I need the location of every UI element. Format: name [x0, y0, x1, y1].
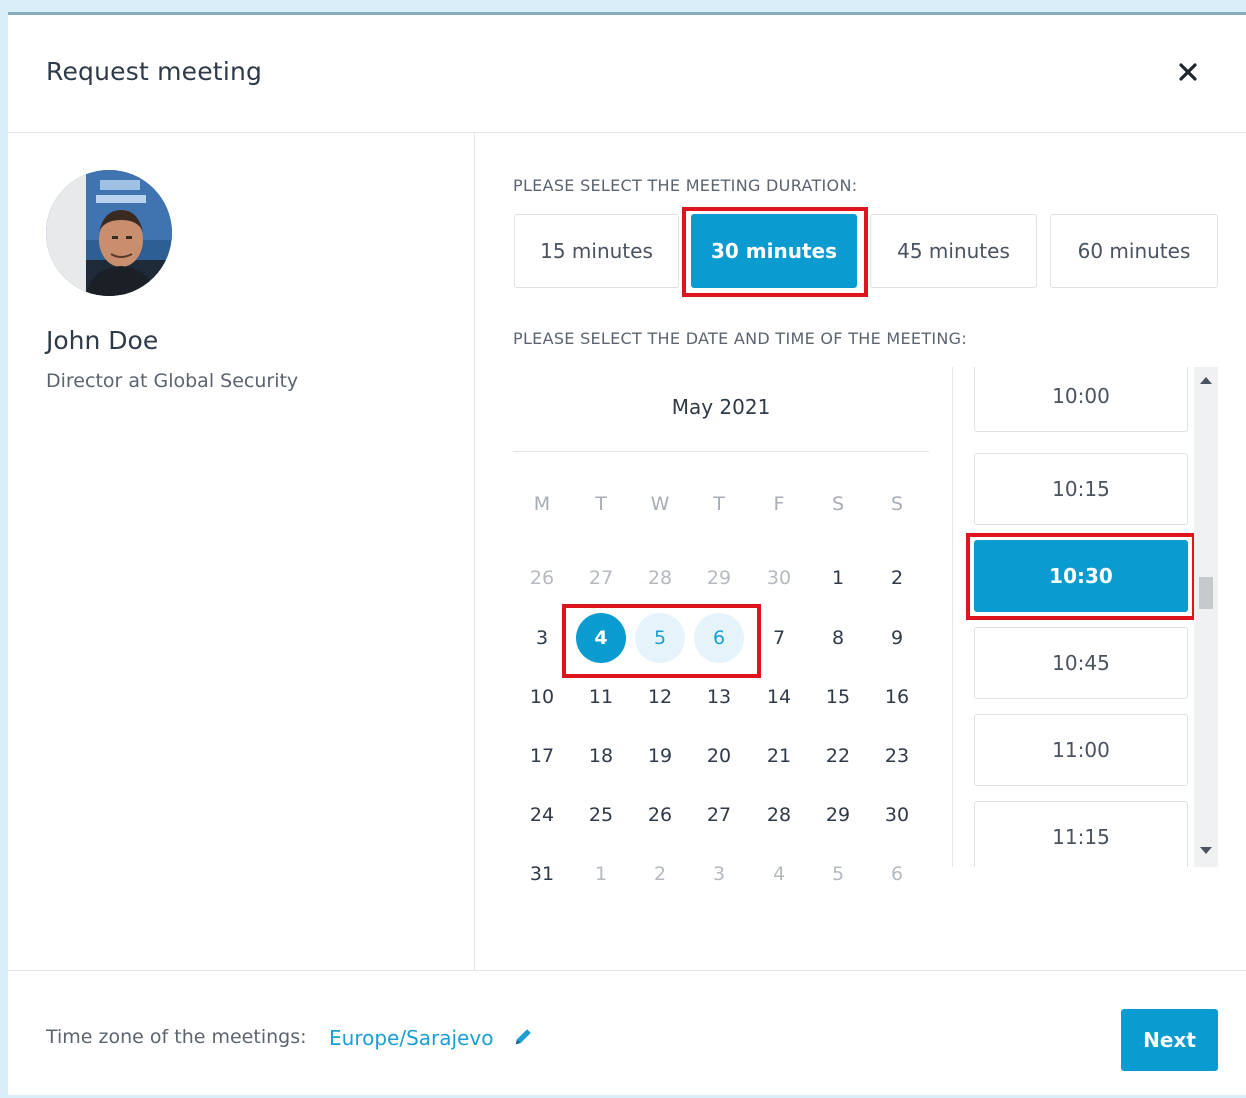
person-panel: John Doe Director at Global Security: [8, 133, 475, 970]
calendar-day[interactable]: 13: [694, 672, 744, 722]
weekday-header: S: [831, 493, 845, 515]
duration-45-button[interactable]: 45 minutes: [870, 214, 1037, 288]
calendar-day: 2: [653, 863, 667, 885]
time-slot-1100[interactable]: 11:00: [974, 714, 1188, 786]
calendar-day: 1: [594, 863, 608, 885]
calendar-day[interactable]: 27: [694, 790, 744, 840]
time-slot-1000[interactable]: 10:00: [974, 367, 1188, 432]
calendar-day[interactable]: 10: [517, 672, 567, 722]
calendar-divider: [513, 451, 929, 452]
time-slot-1030[interactable]: 10:30: [974, 540, 1188, 612]
calendar-day[interactable]: 22: [813, 731, 863, 781]
calendar-day[interactable]: 8: [813, 613, 863, 663]
duration-15-button[interactable]: 15 minutes: [514, 214, 679, 288]
calendar-day[interactable]: 17: [517, 731, 567, 781]
duration-60-button[interactable]: 60 minutes: [1050, 214, 1218, 288]
calendar-month: May 2021: [671, 395, 771, 419]
time-slot-list: 10:00 10:15 10:30 10:45 11:00 11:15: [952, 367, 1218, 867]
calendar-day: 26: [529, 567, 555, 589]
person-name: John Doe: [46, 326, 159, 355]
calendar-day[interactable]: 16: [872, 672, 922, 722]
calendar-day[interactable]: 5: [635, 613, 685, 663]
dialog-header: Request meeting: [8, 15, 1246, 133]
time-slot-1115[interactable]: 11:15: [974, 801, 1188, 867]
calendar-day[interactable]: 21: [754, 731, 804, 781]
calendar-day: 5: [831, 863, 845, 885]
avatar-photo: [46, 170, 172, 296]
calendar-day[interactable]: 9: [872, 613, 922, 663]
calendar-day: 6: [890, 863, 904, 885]
calendar-day[interactable]: 18: [576, 731, 626, 781]
calendar-day[interactable]: 7: [754, 613, 804, 663]
calendar-day[interactable]: 30: [872, 790, 922, 840]
calendar-day[interactable]: 29: [813, 790, 863, 840]
calendar-day[interactable]: 3: [517, 613, 567, 663]
calendar-day: 3: [712, 863, 726, 885]
time-slot-1015[interactable]: 10:15: [974, 453, 1188, 525]
calendar-day[interactable]: 20: [694, 731, 744, 781]
calendar-day: 4: [772, 863, 786, 885]
person-title: Director at Global Security: [46, 370, 299, 392]
calendar-day: 29: [706, 567, 732, 589]
weekday-header: S: [890, 493, 904, 515]
calendar-day[interactable]: 11: [576, 672, 626, 722]
timezone-label: Time zone of the meetings:: [46, 1026, 307, 1048]
calendar-day[interactable]: 26: [635, 790, 685, 840]
calendar-day[interactable]: 25: [576, 790, 626, 840]
calendar-day[interactable]: 6: [694, 613, 744, 663]
calendar-day[interactable]: 19: [635, 731, 685, 781]
time-slot-scrollbar[interactable]: [1194, 367, 1218, 867]
dialog-title: Request meeting: [46, 57, 263, 86]
weekday-header: T: [595, 493, 607, 515]
weekday-header: W: [650, 493, 670, 515]
request-meeting-dialog: Request meeting John Doe Director at Glo…: [8, 12, 1246, 1095]
calendar-day[interactable]: 23: [872, 731, 922, 781]
weekday-header: T: [713, 493, 725, 515]
avatar: [46, 170, 172, 296]
calendar-day[interactable]: 2: [872, 553, 922, 603]
scroll-up-arrow-icon[interactable]: [1200, 377, 1212, 384]
next-button[interactable]: Next: [1121, 1009, 1218, 1071]
calendar-day: 27: [588, 567, 614, 589]
calendar-day[interactable]: 12: [635, 672, 685, 722]
calendar-day[interactable]: 14: [754, 672, 804, 722]
calendar-day[interactable]: 31: [517, 849, 567, 899]
scroll-thumb[interactable]: [1199, 577, 1213, 609]
calendar-day[interactable]: 15: [813, 672, 863, 722]
calendar-day: 28: [647, 567, 673, 589]
scroll-down-arrow-icon[interactable]: [1200, 847, 1212, 854]
calendar-day[interactable]: 4: [576, 613, 626, 663]
datetime-label: PLEASE SELECT THE DATE AND TIME OF THE M…: [513, 329, 968, 348]
pencil-icon[interactable]: [512, 1026, 534, 1048]
weekday-header: M: [533, 493, 551, 515]
duration-label: PLEASE SELECT THE MEETING DURATION:: [513, 176, 858, 195]
calendar-day[interactable]: 28: [754, 790, 804, 840]
time-slot-1045[interactable]: 10:45: [974, 627, 1188, 699]
duration-30-button[interactable]: 30 minutes: [691, 214, 857, 288]
close-icon[interactable]: [1176, 60, 1200, 84]
calendar-day[interactable]: 1: [813, 553, 863, 603]
calendar-day[interactable]: 24: [517, 790, 567, 840]
calendar-day: 30: [766, 567, 792, 589]
timezone-link[interactable]: Europe/Sarajevo: [329, 1026, 493, 1050]
weekday-header: F: [773, 493, 785, 515]
dialog-footer: Time zone of the meetings: Europe/Saraje…: [8, 970, 1246, 1098]
